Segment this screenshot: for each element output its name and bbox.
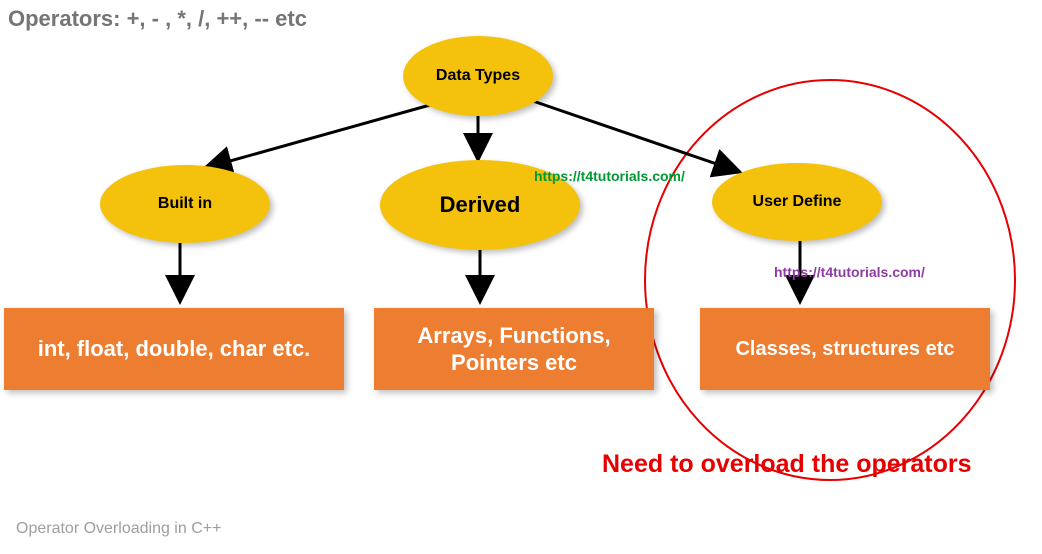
caption: Operator Overloading in C++ xyxy=(16,520,221,538)
node-derived-label: Derived xyxy=(440,192,521,218)
watermark-green: https://t4tutorials.com/ xyxy=(534,168,685,184)
operators-title: Operators: +, - , *, /, ++, -- etc xyxy=(8,6,307,32)
watermark-purple: https://t4tutorials.com/ xyxy=(774,264,925,280)
node-user-define: User Define xyxy=(712,163,882,241)
highlight-circle xyxy=(645,80,1015,480)
node-built-in: Built in xyxy=(100,165,270,243)
node-root-data-types: Data Types xyxy=(403,36,553,116)
annotation-overload: Need to overload the operators xyxy=(602,450,972,479)
node-user-define-label: User Define xyxy=(753,193,842,211)
box-user-define-examples: Classes, structures etc xyxy=(700,308,990,390)
box-derived-text: Arrays, Functions, Pointers etc xyxy=(384,322,644,377)
node-built-in-label: Built in xyxy=(158,195,212,213)
box-built-in-text: int, float, double, char etc. xyxy=(38,335,311,363)
box-derived-examples: Arrays, Functions, Pointers etc xyxy=(374,308,654,390)
node-root-label: Data Types xyxy=(436,67,520,85)
box-user-define-text: Classes, structures etc xyxy=(735,337,954,362)
box-built-in-examples: int, float, double, char etc. xyxy=(4,308,344,390)
